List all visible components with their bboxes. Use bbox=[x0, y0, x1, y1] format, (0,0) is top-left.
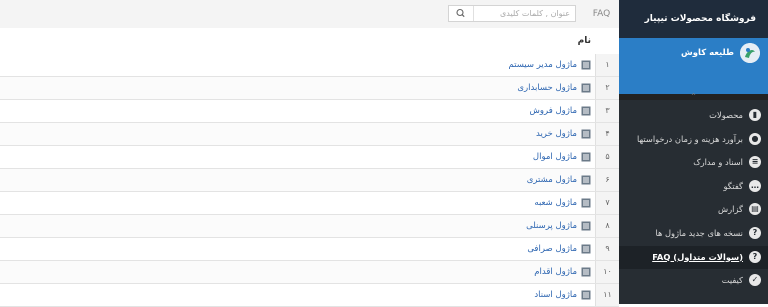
sidebar: فروشگاه محصولات تیپیار طلیعه کاوش ^ ▮ مح… bbox=[619, 0, 768, 304]
table-row: ۹ ماژول صرافی bbox=[0, 238, 619, 261]
column-header-name[interactable]: نام bbox=[578, 28, 591, 54]
report-icon: ▤ bbox=[749, 203, 761, 216]
row-number: ۶ bbox=[595, 169, 619, 191]
row-number: ۲ bbox=[595, 77, 619, 99]
table-row: ۶ ماژول مشتری bbox=[0, 169, 619, 192]
table-row: ۱ ماژول مدیر سیستم bbox=[0, 54, 619, 77]
module-link[interactable]: ماژول پرسنلی bbox=[526, 215, 577, 237]
row-number: ۱ bbox=[595, 54, 619, 76]
faq-label: FAQ bbox=[592, 9, 611, 19]
collapse-toggle[interactable]: ^ bbox=[619, 94, 768, 100]
table-row: ۳ ماژول فروش bbox=[0, 100, 619, 123]
sidebar-item-label: گزارش bbox=[718, 204, 743, 215]
chevron-up-icon: ^ bbox=[690, 93, 697, 100]
sidebar-item-documents[interactable]: ≡ اسناد و مدارک bbox=[619, 151, 768, 175]
sidebar-item-label: نسخه های جدید ماژول ها bbox=[655, 227, 743, 238]
avatar[interactable] bbox=[740, 43, 760, 63]
users-icon: ● bbox=[749, 132, 761, 145]
module-link[interactable]: ماژول اسناد bbox=[534, 284, 577, 306]
table-row: ۷ ماژول شعبه bbox=[0, 192, 619, 215]
list-icon bbox=[581, 221, 591, 231]
table-row: ۸ ماژول پرسنلی bbox=[0, 215, 619, 238]
module-link[interactable]: ماژول فروش bbox=[530, 100, 577, 122]
sidebar-item-label: گفتگو bbox=[723, 180, 743, 191]
sidebar-item-chat[interactable]: … گفتگو bbox=[619, 175, 768, 199]
search-button[interactable] bbox=[449, 6, 474, 21]
list-icon bbox=[581, 60, 591, 70]
sidebar-item-label: اسناد و مدارک bbox=[693, 157, 743, 168]
search-box bbox=[448, 5, 576, 22]
question-icon: ? bbox=[749, 226, 761, 239]
module-link[interactable]: ماژول خرید bbox=[536, 123, 577, 145]
table-row: ۱۰ ماژول اقدام bbox=[0, 261, 619, 284]
profile-name[interactable]: طلیعه کاوش bbox=[681, 42, 734, 64]
list-icon bbox=[581, 152, 591, 162]
modules-table: ۱ ماژول مدیر سیستم ۲ ماژول حسابداری ۳ ما… bbox=[0, 54, 619, 307]
row-number: ۷ bbox=[595, 192, 619, 214]
chart-icon: ▮ bbox=[749, 109, 761, 121]
module-link[interactable]: ماژول صرافی bbox=[527, 238, 577, 260]
table-header: نام bbox=[0, 28, 619, 55]
list-icon bbox=[581, 198, 591, 208]
list-icon bbox=[581, 267, 591, 277]
sidebar-item-label: محصولات bbox=[709, 110, 743, 120]
table-row: ۴ ماژول خرید bbox=[0, 123, 619, 146]
sidebar-item-estimates[interactable]: ● برآورد هزینه و زمان درخواستها bbox=[619, 128, 768, 152]
toolbar: FAQ bbox=[0, 0, 619, 29]
sidebar-item-faq[interactable]: ? FAQ (سوالات متداول) bbox=[619, 245, 768, 270]
user-avatar-icon bbox=[740, 43, 760, 63]
brand-title[interactable]: فروشگاه محصولات تیپیار bbox=[619, 0, 768, 38]
quality-icon: ✓ bbox=[749, 274, 761, 287]
list-icon bbox=[581, 290, 591, 300]
sidebar-item-report[interactable]: ▤ گزارش bbox=[619, 198, 768, 222]
module-link[interactable]: ماژول مدیر سیستم bbox=[509, 54, 578, 76]
list-icon bbox=[581, 106, 591, 116]
list-icon bbox=[581, 244, 591, 254]
row-number: ۹ bbox=[595, 238, 619, 260]
row-number: ۵ bbox=[595, 146, 619, 168]
sidebar-item-quality[interactable]: ✓ کیفیت bbox=[619, 269, 768, 293]
sidebar-item-label: کیفیت bbox=[721, 275, 743, 286]
row-number: ۸ bbox=[595, 215, 619, 237]
module-link[interactable]: ماژول اموال bbox=[533, 146, 577, 168]
sidebar-item-label: FAQ (سوالات متداول) bbox=[652, 251, 743, 262]
search-input[interactable] bbox=[474, 6, 575, 21]
module-link[interactable]: ماژول شعبه bbox=[534, 192, 577, 214]
main-content: FAQ نام ۱ ماژول مدیر سیستم ۲ ماژول حسابد… bbox=[0, 0, 619, 307]
row-number: ۳ bbox=[595, 100, 619, 122]
list-icon bbox=[581, 83, 591, 93]
sidebar-menu: ▮ محصولات ● برآورد هزینه و زمان درخواسته… bbox=[619, 104, 768, 293]
sidebar-item-new-versions[interactable]: ? نسخه های جدید ماژول ها bbox=[619, 222, 768, 246]
question-icon: ? bbox=[749, 250, 761, 263]
row-number: ۱۱ bbox=[595, 284, 619, 306]
chat-icon: … bbox=[749, 179, 761, 192]
module-link[interactable]: ماژول مشتری bbox=[527, 169, 577, 191]
table-row: ۵ ماژول اموال bbox=[0, 146, 619, 169]
list-icon bbox=[581, 175, 591, 185]
row-number: ۴ bbox=[595, 123, 619, 145]
table-row: ۲ ماژول حسابداری bbox=[0, 77, 619, 100]
search-icon bbox=[456, 8, 465, 18]
module-link[interactable]: ماژول حسابداری bbox=[517, 77, 577, 99]
sidebar-item-label: برآورد هزینه و زمان درخواستها bbox=[637, 133, 743, 144]
document-icon: ≡ bbox=[749, 156, 761, 169]
module-link[interactable]: ماژول اقدام bbox=[534, 261, 577, 283]
list-icon bbox=[581, 129, 591, 139]
sidebar-item-products[interactable]: ▮ محصولات bbox=[619, 104, 768, 128]
row-number: ۱۰ bbox=[595, 261, 619, 283]
profile-panel: طلیعه کاوش bbox=[619, 38, 768, 94]
